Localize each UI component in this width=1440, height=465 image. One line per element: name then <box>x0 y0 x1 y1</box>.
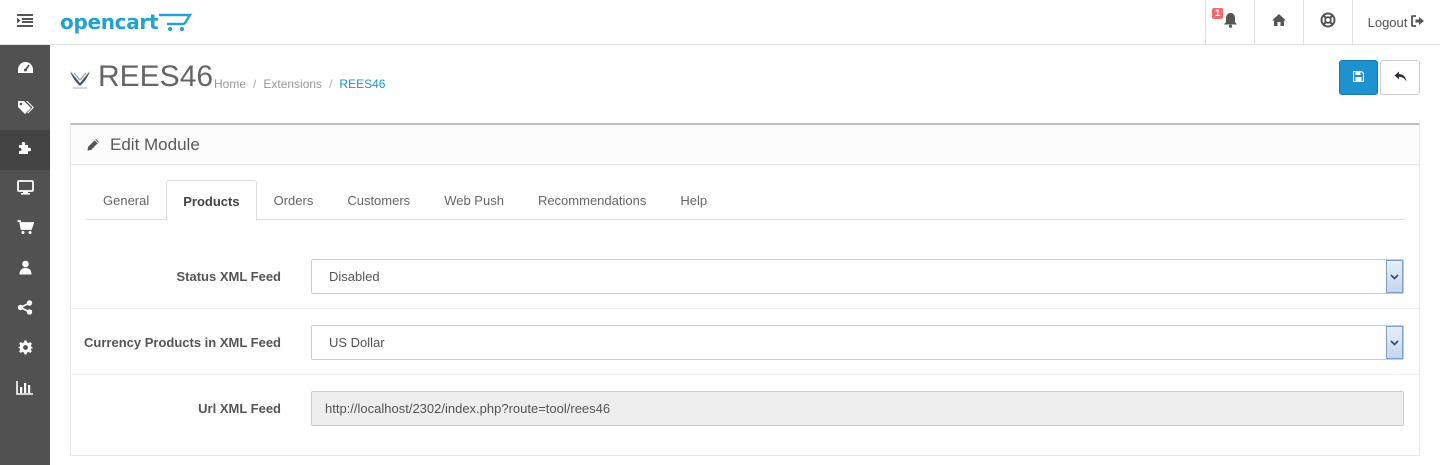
save-icon <box>1352 69 1365 87</box>
sidebar-item-design[interactable] <box>0 170 50 210</box>
tab-orders[interactable]: Orders <box>257 180 331 220</box>
currency-products-value: US Dollar <box>329 335 385 350</box>
cog-icon <box>18 340 33 360</box>
home-button[interactable] <box>1254 0 1303 45</box>
tags-icon <box>17 100 34 120</box>
sign-out-icon <box>1411 15 1425 30</box>
menu-toggle-button[interactable] <box>0 0 50 45</box>
form-row-status: Status XML Feed Disabled <box>71 243 1419 309</box>
bar-chart-icon <box>16 380 34 400</box>
tab-web-push[interactable]: Web Push <box>427 180 521 220</box>
form-row-currency: Currency Products in XML Feed US Dollar <box>71 309 1419 375</box>
status-xml-feed-select[interactable]: Disabled <box>311 259 1404 294</box>
top-header: opencart 1 Logout <box>0 0 1440 45</box>
back-button[interactable] <box>1380 60 1420 95</box>
status-xml-feed-value: Disabled <box>329 269 380 284</box>
sidebar-item-reports[interactable] <box>0 370 50 410</box>
notifications-button[interactable] <box>1205 0 1254 45</box>
logo-text: opencart <box>60 10 159 34</box>
chevron-down-icon <box>1386 260 1403 293</box>
tab-customers[interactable]: Customers <box>330 180 427 220</box>
save-button[interactable] <box>1339 60 1378 95</box>
url-xml-feed-input[interactable]: http://localhost/2302/index.php?route=to… <box>311 391 1404 426</box>
logo-cart-icon <box>159 13 193 31</box>
panel-title: Edit Module <box>110 134 200 154</box>
puzzle-icon <box>17 141 33 160</box>
currency-products-select[interactable]: US Dollar <box>311 325 1404 360</box>
sidebar-item-extensions[interactable] <box>0 130 50 170</box>
sidebar-item-customers[interactable] <box>0 250 50 290</box>
pencil-icon <box>86 138 100 152</box>
help-button[interactable] <box>1303 0 1352 45</box>
sidebar-item-sales[interactable] <box>0 210 50 250</box>
form-row-url: Url XML Feed http://localhost/2302/index… <box>71 375 1419 441</box>
tab-recommendations[interactable]: Recommendations <box>521 180 663 220</box>
desktop-icon <box>16 180 34 200</box>
dashboard-icon <box>17 61 34 79</box>
chevron-down-icon <box>1386 326 1403 359</box>
url-xml-feed-value: http://localhost/2302/index.php?route=to… <box>325 401 611 416</box>
home-icon <box>1271 13 1287 32</box>
user-icon <box>19 260 32 280</box>
page-title: REES46 <box>98 60 214 93</box>
url-xml-feed-label: Url XML Feed <box>198 401 281 416</box>
breadcrumb-separator: / <box>253 77 257 91</box>
currency-products-label: Currency Products in XML Feed <box>84 335 281 350</box>
shopping-cart-icon <box>17 220 34 240</box>
tab-help[interactable]: Help <box>663 180 724 220</box>
breadcrumb: Home / Extensions / REES46 <box>214 77 385 91</box>
sidebar <box>0 45 50 465</box>
breadcrumb-extensions[interactable]: Extensions <box>263 77 322 91</box>
sidebar-item-marketing[interactable] <box>0 290 50 330</box>
reply-icon <box>1394 69 1407 87</box>
bell-icon <box>1223 12 1238 33</box>
logout-button[interactable]: Logout <box>1352 0 1440 45</box>
tab-products[interactable]: Products <box>166 180 257 221</box>
tab-general[interactable]: General <box>86 180 166 220</box>
sidebar-item-system[interactable] <box>0 330 50 370</box>
share-icon <box>17 300 33 320</box>
opencart-logo[interactable]: opencart <box>60 9 193 34</box>
edit-module-panel: Edit Module General Products Orders Cust… <box>70 123 1420 456</box>
sidebar-item-dashboard[interactable] <box>0 50 50 90</box>
module-tabs: General Products Orders Customers Web Pu… <box>86 180 1405 221</box>
menu-toggle-icon <box>17 13 33 32</box>
breadcrumb-home[interactable]: Home <box>214 77 246 91</box>
logout-label: Logout <box>1367 15 1408 30</box>
life-ring-icon <box>1320 12 1336 33</box>
breadcrumb-rees46[interactable]: REES46 <box>339 77 385 91</box>
rees46-logo-icon <box>69 68 91 95</box>
panel-heading: Edit Module <box>71 125 1419 165</box>
status-xml-feed-label: Status XML Feed <box>176 269 281 284</box>
sidebar-item-catalog[interactable] <box>0 90 50 130</box>
breadcrumb-separator: / <box>329 77 333 91</box>
